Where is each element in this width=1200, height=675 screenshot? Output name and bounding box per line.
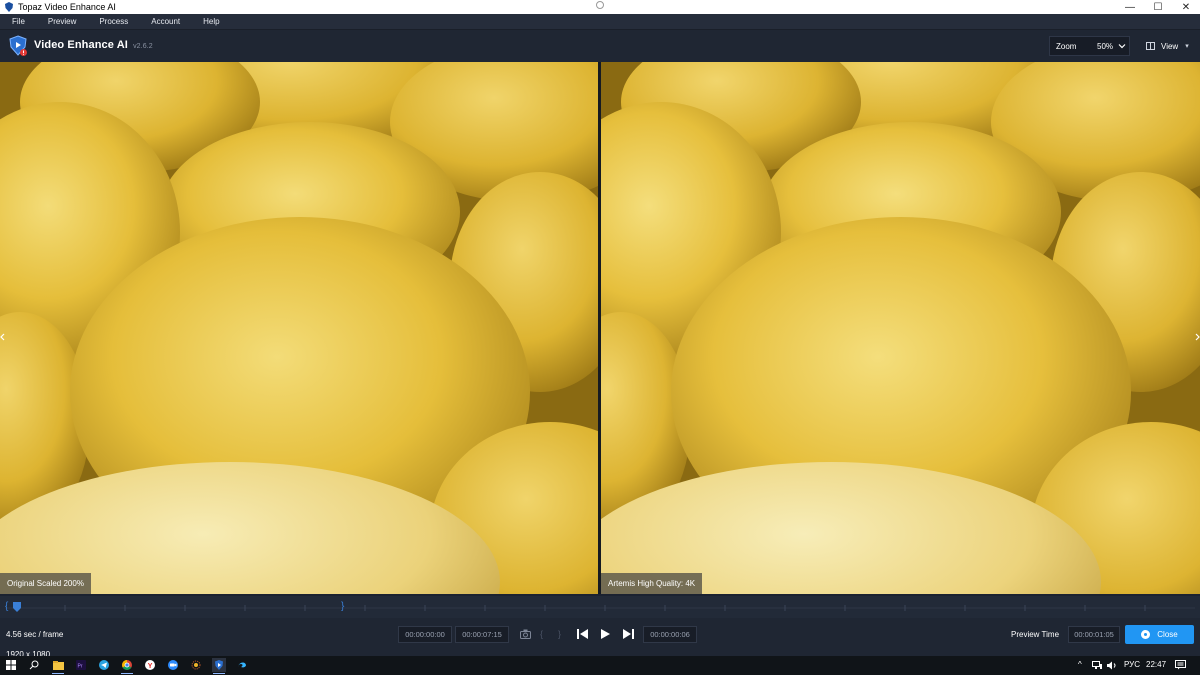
timeline-track[interactable] <box>5 604 1195 612</box>
menu-account[interactable]: Account <box>139 17 191 26</box>
tray-expand-icon[interactable]: ^ <box>1078 660 1082 669</box>
view-label: View <box>1161 41 1179 51</box>
view-dropdown[interactable]: View ▾ <box>1140 36 1196 56</box>
range-end-time[interactable]: 00:00:07:15 <box>455 626 509 643</box>
preview-time-label: Preview Time <box>1011 630 1060 639</box>
playback-controls: 4.56 sec / frame 1920 x 1080 00:00:00:00… <box>0 618 1200 659</box>
edge-icon[interactable] <box>235 658 249 672</box>
zoom-dropdown[interactable]: Zoom 50% <box>1049 36 1130 56</box>
notifications-icon[interactable] <box>1175 660 1186 670</box>
chrome-icon[interactable] <box>120 658 134 674</box>
window-title: Topaz Video Enhance AI <box>18 2 116 12</box>
lemons-original-image <box>0 62 598 594</box>
windows-taskbar: Pr Y ^ РУС 22:47 <box>0 656 1200 675</box>
set-out-point-icon[interactable]: } <box>558 629 561 639</box>
enhanced-preview[interactable]: Artemis High Quality: 4K <box>601 62 1200 594</box>
close-preview-button[interactable]: Close <box>1125 625 1194 644</box>
maximize-button[interactable]: ☐ <box>1144 0 1172 14</box>
volume-icon[interactable] <box>1107 661 1118 670</box>
chevron-left-icon[interactable] <box>0 333 6 341</box>
svg-text:Pr: Pr <box>78 664 83 670</box>
camera-icon[interactable] <box>520 629 531 639</box>
windows-start-icon[interactable] <box>4 658 18 672</box>
topaz-taskbar-icon[interactable] <box>212 658 226 674</box>
window-titlebar: Topaz Video Enhance AI — ☐ ✕ <box>0 0 1200 14</box>
timeline-start-bracket[interactable]: { <box>5 601 8 612</box>
network-icon[interactable] <box>1092 661 1103 670</box>
original-preview[interactable]: Original Scaled 200% <box>0 62 598 594</box>
menu-help[interactable]: Help <box>191 17 230 26</box>
preview-time-field[interactable]: 00:00:01:05 <box>1068 626 1120 643</box>
next-frame-icon[interactable] <box>622 629 634 639</box>
input-language[interactable]: РУС <box>1124 660 1140 669</box>
yandex-browser-icon[interactable]: Y <box>143 658 157 672</box>
zoom-label: Zoom <box>1056 41 1077 51</box>
menu-file[interactable]: File <box>0 17 36 26</box>
search-icon[interactable] <box>27 658 41 672</box>
svg-text:Y: Y <box>148 663 153 670</box>
zoom-app-icon[interactable] <box>166 658 180 672</box>
chevron-right-icon[interactable] <box>1194 333 1200 341</box>
speed-readout: 4.56 sec / frame <box>6 630 64 639</box>
drag-dot-icon <box>596 1 604 9</box>
range-start-time[interactable]: 00:00:00:00 <box>398 626 452 643</box>
play-icon[interactable] <box>601 629 610 639</box>
menu-preview[interactable]: Preview <box>36 17 87 26</box>
premiere-pro-icon[interactable]: Pr <box>74 658 88 672</box>
caret-down-icon: ▾ <box>1185 43 1189 50</box>
lemons-enhanced-image <box>601 62 1200 594</box>
stop-circle-icon <box>1141 630 1151 639</box>
set-in-point-icon[interactable]: { <box>540 629 543 639</box>
close-window-button[interactable]: ✕ <box>1172 0 1200 14</box>
chevron-down-icon <box>1118 44 1126 49</box>
file-explorer-icon[interactable] <box>51 658 65 674</box>
app-header: Video Enhance AI v2.6.2 Zoom 50% View ▾ <box>0 30 1200 62</box>
previous-frame-icon[interactable] <box>577 629 589 639</box>
split-view-icon <box>1146 42 1155 50</box>
current-time[interactable]: 00:00:00:06 <box>643 626 697 643</box>
timeline[interactable]: { } <box>0 596 1200 618</box>
minimize-button[interactable]: — <box>1116 0 1144 14</box>
utility-app-icon[interactable] <box>189 658 203 672</box>
playhead-marker-icon[interactable] <box>13 602 21 612</box>
telegram-icon[interactable] <box>97 658 111 672</box>
app-version: v2.6.2 <box>133 43 153 50</box>
taskbar-clock[interactable]: 22:47 <box>1146 660 1166 669</box>
app-name: Video Enhance AI v2.6.2 <box>34 39 153 51</box>
app-shield-icon <box>5 2 13 12</box>
enhanced-label: Artemis High Quality: 4K <box>601 573 703 594</box>
original-label: Original Scaled 200% <box>0 573 91 594</box>
close-button-label: Close <box>1157 630 1178 639</box>
menu-process[interactable]: Process <box>87 17 139 26</box>
menu-bar: File Preview Process Account Help <box>0 14 1200 30</box>
app-name-text: Video Enhance AI <box>34 39 128 51</box>
zoom-value: 50% <box>1097 41 1114 51</box>
topaz-logo-icon <box>9 35 27 56</box>
timeline-end-bracket[interactable]: } <box>341 601 344 612</box>
